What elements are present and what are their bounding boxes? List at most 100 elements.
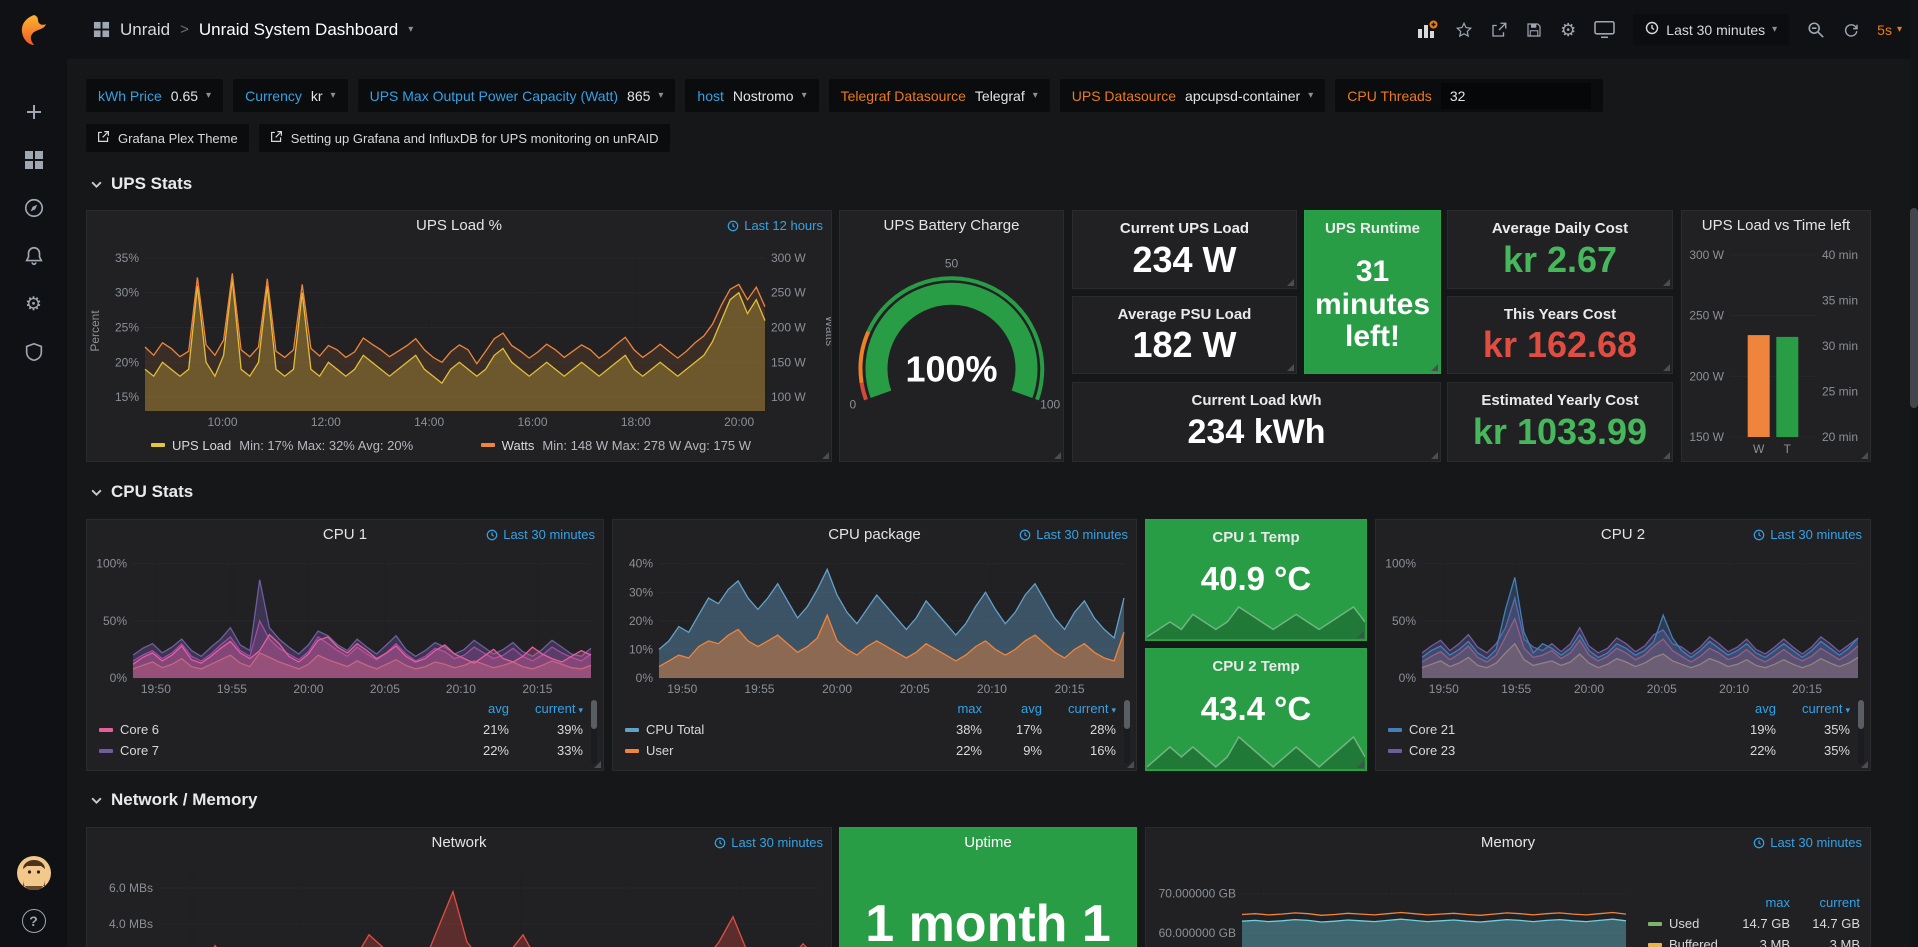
svg-text:300 W: 300 W [771, 251, 806, 265]
chevron-down-icon [90, 794, 103, 807]
time-range-picker[interactable]: Last 30 minutes ▾ [1633, 14, 1789, 45]
legend-scrollbar[interactable] [591, 700, 597, 764]
stat-title[interactable]: UPS Runtime [1305, 220, 1440, 237]
network-chart[interactable]: 2.0 MBs4.0 MBs6.0 MBs19:5019:5520:0020:0… [87, 858, 831, 947]
variable-cpu-threads[interactable]: CPU Threads32 [1335, 79, 1603, 112]
zoom-out-icon[interactable] [1807, 21, 1825, 39]
section-ups-stats[interactable]: UPS Stats [90, 174, 192, 194]
legend-sort-max[interactable]: max [922, 701, 982, 716]
stat-title[interactable]: Average Daily Cost [1448, 220, 1672, 237]
stat-title[interactable]: This Years Cost [1448, 306, 1672, 323]
clock-icon [1645, 21, 1659, 38]
panel-header[interactable]: Network Last 30 minutes [87, 828, 831, 858]
user-avatar[interactable] [17, 856, 51, 893]
panel-header[interactable]: Memory Last 30 minutes [1146, 828, 1870, 858]
stat-title[interactable]: Estimated Yearly Cost [1448, 392, 1672, 409]
svg-text:19:50: 19:50 [667, 682, 697, 696]
variable-kwh-price[interactable]: kWh Price0.65▾ [86, 79, 223, 112]
clock-icon [714, 837, 726, 849]
svg-text:20 min: 20 min [1822, 430, 1858, 444]
help-icon[interactable]: ? [22, 909, 46, 933]
legend-sort-avg[interactable]: avg [447, 701, 509, 716]
page-scrollbar[interactable] [1910, 0, 1918, 947]
ups-load-chart[interactable]: 15%20%25%30%35%100 W150 W200 W250 W300 W… [87, 241, 831, 433]
ups-load-vs-time-chart[interactable]: 150 W200 W250 W300 W20 min25 min30 min35… [1682, 241, 1870, 461]
chevron-down-icon: ▾ [1897, 24, 1902, 35]
cpu-threads-input[interactable]: 32 [1441, 83, 1591, 109]
variable-host[interactable]: hostNostromo▾ [685, 79, 818, 112]
breadcrumb-app[interactable]: Unraid [120, 20, 170, 40]
cpu2-chart[interactable]: 0%50%100%19:5019:5520:0020:0520:1020:15 [1376, 550, 1870, 698]
section-cpu-stats[interactable]: CPU Stats [90, 482, 193, 502]
cpu-package-chart[interactable]: 0%10%20%30%40%19:5019:5520:0020:0520:102… [613, 550, 1136, 698]
legend-sort-max[interactable]: max [1720, 895, 1790, 910]
clock-icon [1019, 529, 1031, 541]
grafana-logo[interactable] [16, 12, 52, 51]
legend-sort-current[interactable]: current [1790, 895, 1860, 910]
legend-scrollbar[interactable] [1124, 700, 1130, 764]
stat-title[interactable]: Current Load kWh [1073, 392, 1440, 409]
legend-scrollbar[interactable] [1858, 700, 1864, 764]
link-ups-monitoring-guide[interactable]: Setting up Grafana and InfluxDB for UPS … [259, 124, 670, 152]
dashboards-icon[interactable] [21, 147, 47, 173]
share-icon[interactable] [1490, 21, 1508, 39]
legend-row: CPU Total 38% 17% 28% [625, 719, 1116, 740]
svg-text:50%: 50% [1392, 614, 1416, 628]
refresh-icon[interactable] [1843, 22, 1859, 38]
cpu1-chart[interactable]: 0%50%100%19:5019:5520:0020:0520:1020:15 [87, 550, 603, 698]
alerting-bell-icon[interactable] [21, 243, 47, 269]
legend-row: User 22% 9% 16% [625, 740, 1116, 761]
save-icon[interactable] [1525, 21, 1543, 39]
server-admin-shield-icon[interactable] [21, 339, 47, 365]
stat-title[interactable]: Current UPS Load [1073, 220, 1296, 237]
svg-text:150 W: 150 W [1689, 430, 1724, 444]
star-icon[interactable] [1455, 21, 1473, 39]
svg-text:10:00: 10:00 [207, 415, 237, 429]
refresh-interval-dropdown[interactable]: 5s ▾ [1877, 22, 1902, 38]
legend-sort-avg[interactable]: avg [982, 701, 1042, 716]
cycle-view-tv-icon[interactable] [1594, 20, 1615, 39]
variable-ups-datasource[interactable]: UPS Datasourceapcupsd-container▾ [1060, 79, 1326, 112]
explore-compass-icon[interactable] [21, 195, 47, 221]
memory-legend: max current Used 14.7 GB 14.7 GB Buffere… [1648, 892, 1860, 947]
variable-ups-max-output[interactable]: UPS Max Output Power Capacity (Watt)865▾ [358, 79, 676, 112]
dashboard-settings-icon[interactable]: ⚙ [1560, 21, 1576, 39]
memory-chart[interactable]: 50.000000 GB60.000000 GB70.000000 GB19:5… [1146, 858, 1634, 947]
panel-header[interactable]: UPS Load vs Time left [1682, 211, 1870, 241]
section-network-memory[interactable]: Network / Memory [90, 790, 257, 810]
legend-sort-current[interactable]: current▾ [1776, 701, 1850, 716]
sidebar: ⚙ ? [0, 0, 67, 947]
svg-text:Watts: Watts [823, 316, 831, 346]
add-panel-icon[interactable] [1417, 20, 1438, 39]
svg-text:10%: 10% [629, 642, 653, 656]
legend-sort-avg[interactable]: avg [1714, 701, 1776, 716]
stat-title[interactable]: Average PSU Load [1073, 306, 1296, 323]
panel-header[interactable]: CPU 2 Last 30 minutes [1376, 520, 1870, 550]
legend-item[interactable]: WattsMin: 148 W Max: 278 W Avg: 175 W [481, 438, 751, 453]
panel-header[interactable]: UPS Load % Last 12 hours [87, 211, 831, 241]
scrollbar-thumb[interactable] [1910, 208, 1918, 408]
svg-text:19:55: 19:55 [217, 682, 247, 696]
battery-gauge[interactable]: 050100100% [840, 241, 1063, 461]
variable-telegraf-datasource[interactable]: Telegraf DatasourceTelegraf▾ [829, 79, 1050, 112]
dashboard-links-row: Grafana Plex Theme Setting up Grafana an… [86, 124, 670, 152]
variable-currency[interactable]: Currencykr▾ [233, 79, 348, 112]
legend-sort-current[interactable]: current▾ [509, 701, 583, 716]
stat-title[interactable]: CPU 1 Temp [1146, 529, 1366, 546]
panel-current-ups-load: Current UPS Load 234 W [1072, 210, 1297, 289]
panel-header[interactable]: CPU 1 Last 30 minutes [87, 520, 603, 550]
breadcrumb-dashboard[interactable]: Unraid System Dashboard [199, 20, 398, 40]
panel-header[interactable]: Uptime [840, 828, 1136, 858]
breadcrumb[interactable]: Unraid > Unraid System Dashboard ▾ [93, 20, 413, 40]
stat-title[interactable]: CPU 2 Temp [1146, 658, 1366, 675]
legend-item[interactable]: UPS LoadMin: 17% Max: 32% Avg: 20% [151, 438, 413, 453]
legend-sort-current[interactable]: current▾ [1042, 701, 1116, 716]
svg-text:150 W: 150 W [771, 355, 806, 369]
create-plus-icon[interactable] [21, 99, 47, 125]
panel-header[interactable]: UPS Battery Charge [840, 211, 1063, 241]
chevron-down-icon[interactable]: ▾ [408, 24, 413, 35]
configuration-gear-icon[interactable]: ⚙ [21, 291, 47, 317]
link-grafana-plex-theme[interactable]: Grafana Plex Theme [86, 124, 249, 152]
panel-header[interactable]: CPU package Last 30 minutes [613, 520, 1136, 550]
legend-row: Core 23 22% 35% [1388, 740, 1850, 761]
